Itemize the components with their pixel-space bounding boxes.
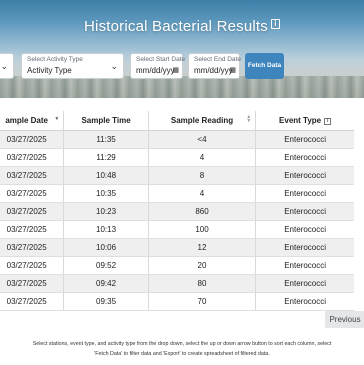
- cell-sample-reading: 70: [147, 292, 256, 311]
- table-row: 03/27/2025 09:42 80 Enterococci: [0, 274, 354, 293]
- chevron-down-icon: ⌄: [0, 61, 8, 71]
- end-date-value: mm/dd/yyy: [194, 66, 233, 75]
- cell-event-type: Enterococci: [255, 184, 354, 203]
- cell-sample-reading: 80: [147, 274, 256, 293]
- start-date-value: mm/dd/yyy: [136, 66, 175, 75]
- end-date-field[interactable]: Select End Date mm/dd/yyy ▦: [188, 53, 241, 79]
- station-select[interactable]: ⌄: [0, 53, 14, 79]
- activity-type-value: Activity Type: [27, 66, 72, 75]
- cell-sample-time: 10:48: [63, 166, 149, 185]
- cell-sample-reading: 4: [147, 184, 256, 203]
- cell-sample-date: 03/27/2025: [0, 220, 64, 239]
- start-date-field[interactable]: Select Start Date mm/dd/yyy ▦: [130, 53, 186, 79]
- cell-sample-time: 10:06: [63, 238, 149, 257]
- cell-sample-reading: 100: [147, 220, 256, 239]
- column-header-label: Event Type: [279, 115, 322, 125]
- sort-updown-icon[interactable]: ▲ ▼: [246, 115, 251, 124]
- table-row: 03/27/2025 11:35 <4 Enterococci: [0, 130, 354, 149]
- cell-sample-date: 03/27/2025: [0, 184, 64, 203]
- cell-sample-time: 10:23: [63, 202, 149, 221]
- help-text: Select stations, event type, and activit…: [0, 340, 364, 359]
- cell-sample-date: 03/27/2025: [0, 148, 64, 167]
- info-icon[interactable]: i: [271, 19, 280, 29]
- table-row: 03/27/2025 09:35 70 Enterococci: [0, 292, 354, 311]
- cell-event-type: Enterococci: [255, 130, 354, 149]
- cell-sample-time: 10:35: [63, 184, 149, 203]
- help-text-line: Select stations, event type, and activit…: [32, 341, 332, 347]
- table-row: 03/27/2025 10:06 12 Enterococci: [0, 238, 354, 257]
- cell-sample-date: 03/27/2025: [0, 256, 64, 275]
- activity-type-label: Select Activity Type: [27, 56, 83, 63]
- cell-sample-reading: 20: [147, 256, 256, 275]
- table-row: 03/27/2025 11:29 4 Enterococci: [0, 148, 354, 167]
- cell-event-type: Enterococci: [255, 202, 354, 221]
- table-row: 03/27/2025 09:52 20 Enterococci: [0, 256, 354, 275]
- results-table: ample Date ▼ Sample Time Sample Reading …: [0, 111, 354, 311]
- table-row: 03/27/2025 10:48 8 Enterococci: [0, 166, 354, 185]
- previous-page-button[interactable]: Previous: [325, 311, 364, 328]
- end-date-label: Select End Date: [194, 56, 241, 63]
- cell-event-type: Enterococci: [255, 238, 354, 257]
- info-icon[interactable]: i: [324, 117, 332, 125]
- cell-event-type: Enterococci: [255, 292, 354, 311]
- cell-sample-time: 09:42: [63, 274, 149, 293]
- cell-sample-reading: 860: [147, 202, 256, 221]
- banner-shoreline: [0, 76, 364, 98]
- calendar-icon[interactable]: ▦: [172, 66, 179, 74]
- table-row: 03/27/2025 10:35 4 Enterococci: [0, 184, 354, 203]
- cell-sample-reading: 8: [147, 166, 256, 185]
- cell-sample-time: 11:29: [63, 148, 149, 167]
- start-date-label: Select Start Date: [136, 56, 186, 63]
- sort-down-icon[interactable]: ▼: [54, 116, 59, 122]
- help-text-line: 'Fetch Data' to filter data and 'Export'…: [94, 350, 270, 357]
- cell-event-type: Enterococci: [255, 256, 354, 275]
- column-header-sample-reading[interactable]: Sample Reading ▲ ▼: [147, 111, 256, 131]
- table-header-row: ample Date ▼ Sample Time Sample Reading …: [0, 111, 354, 131]
- calendar-icon[interactable]: ▦: [229, 66, 236, 74]
- cell-event-type: Enterococci: [255, 220, 354, 239]
- cell-sample-reading: <4: [147, 130, 256, 149]
- table-row: 03/27/2025 10:23 860 Enterococci: [0, 202, 354, 221]
- table-row: 03/27/2025 10:13 100 Enterococci: [0, 220, 354, 239]
- cell-sample-time: 09:35: [63, 292, 149, 311]
- page-title: Historical Bacterial Results i: [0, 18, 364, 35]
- column-header-label: Sample Time: [81, 115, 131, 125]
- cell-sample-date: 03/27/2025: [0, 238, 64, 257]
- cell-sample-reading: 4: [147, 148, 256, 167]
- cell-event-type: Enterococci: [255, 166, 354, 185]
- cell-sample-date: 03/27/2025: [0, 130, 64, 149]
- header-banner: Historical Bacterial Results i: [0, 0, 364, 98]
- cell-sample-reading: 12: [147, 238, 256, 257]
- cell-sample-date: 03/27/2025: [0, 166, 64, 185]
- cell-event-type: Enterococci: [255, 148, 354, 167]
- column-header-label: Sample Reading: [170, 115, 234, 125]
- column-header-event-type[interactable]: Event Type i: [255, 111, 354, 131]
- column-header-sample-date[interactable]: ample Date ▼: [0, 111, 64, 131]
- cell-sample-date: 03/27/2025: [0, 202, 64, 221]
- cell-sample-date: 03/27/2025: [0, 274, 64, 293]
- cell-sample-time: 11:35: [63, 130, 149, 149]
- fetch-data-button[interactable]: Fetch Data: [245, 53, 284, 79]
- cell-sample-date: 03/27/2025: [0, 292, 64, 311]
- cell-event-type: Enterococci: [255, 274, 354, 293]
- chevron-down-icon: ⌄: [110, 61, 118, 71]
- column-header-sample-time[interactable]: Sample Time: [63, 111, 149, 131]
- column-header-label: ample Date: [5, 115, 48, 125]
- activity-type-select[interactable]: Select Activity Type Activity Type ⌄: [21, 53, 124, 79]
- cell-sample-time: 10:13: [63, 220, 149, 239]
- cell-sample-time: 09:52: [63, 256, 149, 275]
- page-title-text: Historical Bacterial Results: [84, 18, 268, 35]
